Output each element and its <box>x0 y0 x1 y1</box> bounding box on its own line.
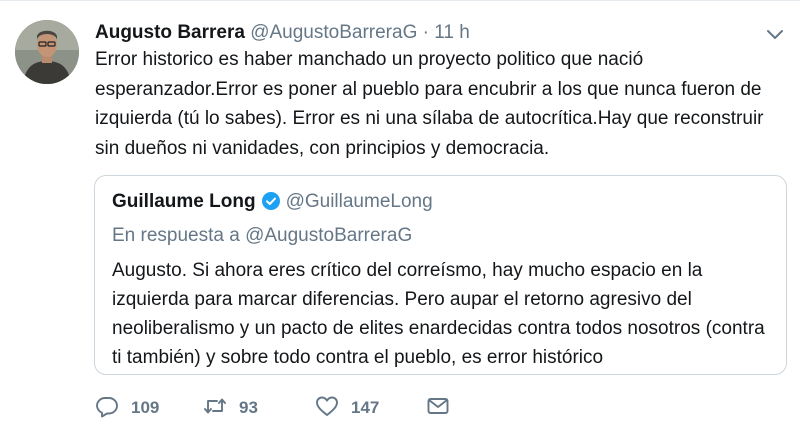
avatar[interactable] <box>15 20 79 84</box>
like-count: 147 <box>351 398 380 417</box>
reply-context: En respuesta a @AugustoBarreraG <box>112 225 413 246</box>
reply-count: 109 <box>131 398 160 417</box>
reply-button[interactable]: 109 <box>95 394 159 422</box>
retweet-button[interactable]: 93 <box>203 394 258 422</box>
chevron-down-icon[interactable] <box>764 23 786 45</box>
envelope-icon <box>426 394 450 423</box>
header-separator: · <box>422 22 429 43</box>
quoted-tweet[interactable]: Guillaume Long @GuillaumeLong En respuest… <box>94 175 787 375</box>
reply-icon <box>95 394 119 423</box>
tweet-text: Error historico es haber manchado un pro… <box>95 49 764 159</box>
top-divider <box>0 0 800 1</box>
quoted-tweet-text: Augusto. Si ahora eres crítico del corre… <box>112 260 765 368</box>
tweet-header: Augusto Barrera @AugustoBarreraG · 11 h <box>95 20 470 46</box>
retweet-icon <box>203 394 227 423</box>
verified-badge-icon <box>261 191 280 210</box>
retweet-count: 93 <box>239 398 258 417</box>
author-name[interactable]: Augusto Barrera <box>95 22 245 43</box>
quoted-tweet-header: Guillaume Long @GuillaumeLong <box>112 188 433 216</box>
quoted-author-handle: @GuillaumeLong <box>285 191 433 212</box>
tweet-timestamp[interactable]: 11 h <box>434 22 470 43</box>
author-handle[interactable]: @AugustoBarreraG <box>250 22 417 43</box>
heart-icon <box>315 394 339 423</box>
direct-message-button[interactable] <box>426 394 450 422</box>
like-button[interactable]: 147 <box>315 394 379 422</box>
quoted-author-name: Guillaume Long <box>112 191 256 212</box>
